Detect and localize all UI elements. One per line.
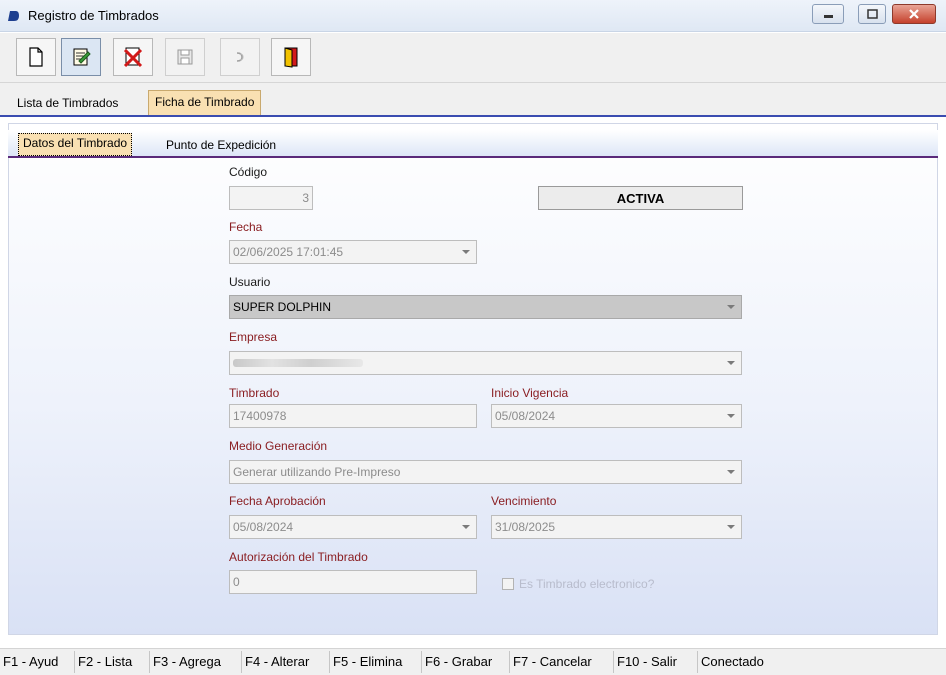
f1-help-key[interactable]: F1 - Ayud [0, 651, 75, 673]
codigo-label: Código [229, 165, 268, 179]
medio-generacion-value: Generar utilizando Pre-Impreso [233, 465, 401, 479]
inicio-vigencia-picker[interactable]: 05/08/2024 [491, 404, 742, 428]
vencimiento-label: Vencimiento [491, 494, 557, 508]
f6-save-key[interactable]: F6 - Grabar [422, 651, 510, 673]
maximize-icon [867, 9, 878, 19]
es-electronico-label: Es Timbrado electronico? [519, 577, 655, 591]
es-electronico-checkbox[interactable] [502, 578, 514, 590]
medio-generacion-select[interactable]: Generar utilizando Pre-Impreso [229, 460, 742, 484]
window-title: Registro de Timbrados [28, 8, 159, 23]
chevron-down-icon[interactable] [727, 414, 735, 418]
f2-list-key[interactable]: F2 - Lista [75, 651, 150, 673]
tab-datos-timbrado[interactable]: Datos del Timbrado [18, 133, 133, 156]
close-icon [909, 9, 919, 19]
usuario-label: Usuario [229, 275, 271, 289]
empresa-label: Empresa [229, 330, 278, 344]
inicio-vigencia-label: Inicio Vigencia [491, 386, 569, 400]
timbrado-value: 17400978 [233, 409, 287, 423]
empresa-value-redacted [233, 359, 363, 367]
codigo-value: 3 [302, 191, 309, 205]
main-tabstrip [0, 83, 946, 117]
edit-button[interactable] [61, 38, 101, 76]
tab-lista-timbrados[interactable]: Lista de Timbrados [11, 92, 124, 116]
usuario-value: SUPER DOLPHIN [233, 300, 332, 314]
f5-delete-key[interactable]: F5 - Elimina [330, 651, 422, 673]
exit-door-icon [284, 47, 298, 68]
status-bar: F1 - Ayud F2 - Lista F3 - Agrega F4 - Al… [0, 648, 946, 675]
f4-alter-key[interactable]: F4 - Alterar [242, 651, 330, 673]
f7-cancel-key[interactable]: F7 - Cancelar [510, 651, 614, 673]
fecha-aprobacion-picker[interactable]: 05/08/2024 [229, 515, 477, 539]
empresa-select[interactable] [229, 351, 742, 375]
content-panel [8, 123, 938, 635]
save-icon [177, 49, 193, 65]
fecha-aprobacion-value: 05/08/2024 [233, 520, 294, 534]
chevron-down-icon[interactable] [462, 250, 470, 254]
tab-punto-expedicion[interactable]: Punto de Expedición [162, 136, 280, 156]
new-document-icon [29, 47, 43, 67]
fecha-picker[interactable]: 02/06/2025 17:01:45 [229, 240, 477, 264]
minimize-button[interactable] [812, 4, 844, 24]
maximize-button[interactable] [858, 4, 886, 24]
fecha-value: 02/06/2025 17:01:45 [233, 245, 344, 259]
autorizacion-field[interactable]: 0 [229, 570, 477, 594]
chevron-down-icon[interactable] [727, 361, 735, 365]
inicio-vigencia-value: 05/08/2024 [495, 409, 556, 423]
timbrado-label: Timbrado [229, 386, 280, 400]
tab-ficha-timbrado[interactable]: Ficha de Timbrado [148, 90, 262, 116]
chevron-down-icon[interactable] [727, 525, 735, 529]
sub-tabstrip [8, 130, 938, 158]
fecha-label: Fecha [229, 220, 263, 234]
exit-button[interactable] [271, 38, 311, 76]
undo-icon [236, 52, 244, 62]
status-badge: ACTIVA [538, 186, 743, 210]
connection-status: Conectado [701, 654, 764, 669]
fecha-aprobacion-label: Fecha Aprobación [229, 494, 326, 508]
timbrado-field[interactable]: 17400978 [229, 404, 477, 428]
autorizacion-label: Autorización del Timbrado [229, 550, 368, 564]
f10-exit-key[interactable]: F10 - Salir [614, 651, 698, 673]
close-button[interactable] [892, 4, 936, 24]
medio-generacion-label: Medio Generación [229, 439, 328, 453]
title-bar: Registro de Timbrados [0, 0, 946, 32]
minimize-icon [824, 15, 833, 18]
codigo-field[interactable]: 3 [229, 186, 313, 210]
new-button[interactable] [16, 38, 56, 76]
tab-underline [0, 115, 946, 117]
vencimiento-picker[interactable]: 31/08/2025 [491, 515, 742, 539]
chevron-down-icon[interactable] [727, 470, 735, 474]
usuario-select[interactable]: SUPER DOLPHIN [229, 295, 742, 319]
f3-add-key[interactable]: F3 - Agrega [150, 651, 242, 673]
save-button[interactable] [165, 38, 205, 76]
delete-icon [123, 47, 143, 68]
toolbar [0, 33, 946, 83]
autorizacion-value: 0 [233, 575, 240, 589]
chevron-down-icon[interactable] [462, 525, 470, 529]
chevron-down-icon[interactable] [727, 305, 735, 309]
edit-list-icon [73, 48, 91, 66]
undo-button[interactable] [220, 38, 260, 76]
app-logo-icon [8, 11, 19, 21]
delete-button[interactable] [113, 38, 153, 76]
vencimiento-value: 31/08/2025 [495, 520, 556, 534]
